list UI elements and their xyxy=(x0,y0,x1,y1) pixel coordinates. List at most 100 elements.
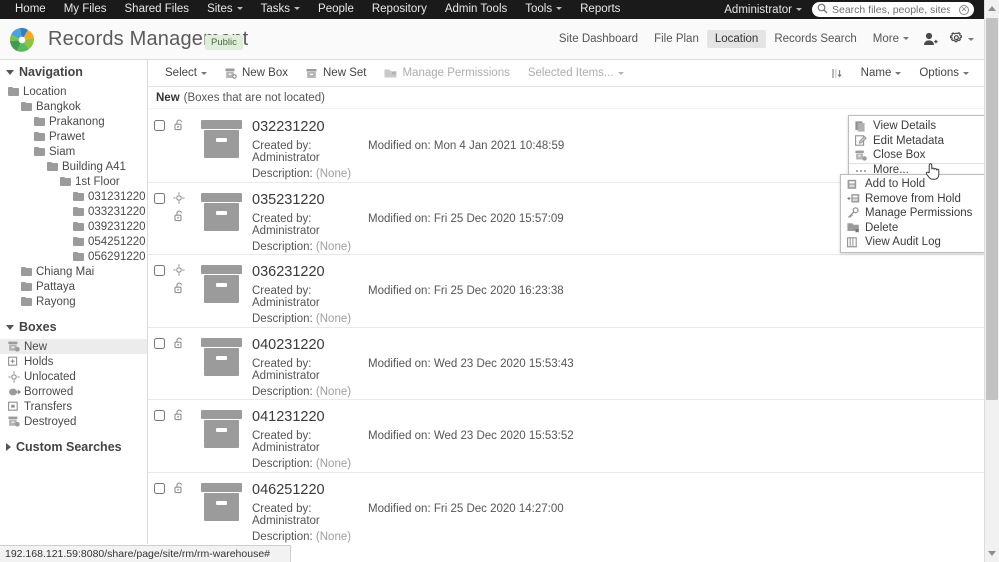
menu-item-remove-from-hold[interactable]: Remove from Hold xyxy=(841,192,984,207)
tree-item-056291220[interactable]: 056291220 xyxy=(0,249,147,264)
site-nav-item-more[interactable]: More xyxy=(865,30,917,48)
scroll-down-icon[interactable] xyxy=(988,551,996,556)
select-dropdown[interactable]: Select xyxy=(156,67,216,79)
site-nav-item-records-search[interactable]: Records Search xyxy=(766,30,864,48)
row-checkbox[interactable] xyxy=(154,482,165,494)
options-dropdown[interactable]: Options xyxy=(910,67,978,79)
boxes-item-transfers[interactable]: Transfers xyxy=(0,399,147,414)
unlock-icon[interactable] xyxy=(173,337,185,352)
sort-field-dropdown[interactable]: Name xyxy=(852,67,911,79)
browser-status-bar: 192.168.121.59:8080/share/page/site/rm/r… xyxy=(0,545,291,562)
row-title[interactable]: 046251220 xyxy=(252,482,984,498)
unlock-icon[interactable] xyxy=(173,282,185,297)
global-search[interactable]: ✕ xyxy=(812,2,974,17)
row-thumbnail-cell[interactable] xyxy=(190,118,252,182)
row-checkbox[interactable] xyxy=(154,120,165,131)
gear-icon[interactable] xyxy=(944,32,980,46)
row-checkbox-cell xyxy=(148,408,168,472)
menu-item-add-to-hold[interactable]: Add to Hold xyxy=(841,177,984,192)
row-title[interactable]: 036231220 xyxy=(252,264,984,280)
row-thumbnail-cell[interactable] xyxy=(190,191,252,255)
unlocated-icon[interactable] xyxy=(173,264,185,279)
scrollbar-thumb[interactable] xyxy=(986,18,998,400)
unlock-icon[interactable] xyxy=(173,210,185,225)
sort-direction-button[interactable] xyxy=(822,68,852,79)
tree-item-chiang-mai[interactable]: Chiang Mai xyxy=(0,264,147,279)
tree-item-054251220[interactable]: 054251220 xyxy=(0,234,147,249)
tree-item-pattaya[interactable]: Pattaya xyxy=(0,279,147,294)
box-row[interactable]: 040231220 Created by: Administrator Modifi… xyxy=(148,328,984,400)
global-nav-item-admin-tools[interactable]: Admin Tools xyxy=(436,0,516,19)
unlock-icon[interactable] xyxy=(173,409,185,424)
new-set-button[interactable]: New Set xyxy=(297,67,375,79)
tree-item-031231220[interactable]: 031231220 xyxy=(0,189,147,204)
box-row[interactable]: 041231220 Created by: Administrator Modifi… xyxy=(148,400,984,473)
clear-search-icon[interactable]: ✕ xyxy=(959,4,969,15)
menu-item-label: Remove from Hold xyxy=(865,192,961,205)
tree-item-rayong[interactable]: Rayong xyxy=(0,294,147,309)
menu-item-view-details[interactable]: View Details xyxy=(849,119,993,134)
tree-item-siam[interactable]: Siam xyxy=(0,144,147,159)
browser-scrollbar[interactable] xyxy=(984,0,999,562)
unlocated-icon[interactable] xyxy=(173,191,185,207)
menu-item-close-box[interactable]: Close Box xyxy=(849,148,993,163)
global-nav-item-tools[interactable]: Tools xyxy=(516,0,571,19)
global-nav-item-my-files[interactable]: My Files xyxy=(55,0,116,19)
tree-item-prawet[interactable]: Prawet xyxy=(0,129,147,144)
boxes-section-header[interactable]: Boxes xyxy=(0,315,147,339)
tree-item-prakanong[interactable]: Prakanong xyxy=(0,114,147,129)
boxes-item-unlocated[interactable]: Unlocated xyxy=(0,369,147,384)
global-nav-item-tasks[interactable]: Tasks xyxy=(252,0,309,19)
row-thumbnail-cell[interactable] xyxy=(190,263,252,327)
box-row[interactable]: 036231220 Created by: Administrator Modifi… xyxy=(148,255,984,328)
global-nav-item-people[interactable]: People xyxy=(309,0,363,19)
global-nav-item-reports[interactable]: Reports xyxy=(571,0,629,19)
global-nav-label: Tasks xyxy=(260,3,291,15)
boxes-item-new[interactable]: New xyxy=(0,339,147,354)
global-nav-item-home[interactable]: Home xyxy=(6,0,55,19)
global-nav-item-sites[interactable]: Sites xyxy=(198,0,252,19)
site-nav-item-file-plan[interactable]: File Plan xyxy=(646,30,707,48)
row-thumbnail-cell[interactable] xyxy=(190,481,252,545)
menu-item-edit-metadata[interactable]: Edit Metadata xyxy=(849,134,993,149)
search-input[interactable] xyxy=(832,3,950,16)
tree-item-building-a41[interactable]: Building A41 xyxy=(0,159,147,174)
unlock-icon[interactable] xyxy=(173,482,185,497)
tree-item-033231220[interactable]: 033231220 xyxy=(0,204,147,219)
tree-item-label: 054251220 xyxy=(88,235,146,248)
tree-item-bangkok[interactable]: Bangkok xyxy=(0,99,147,114)
user-menu[interactable]: Administrator xyxy=(724,4,802,16)
row-title[interactable]: 041231220 xyxy=(252,409,984,425)
boxes-item-destroyed[interactable]: Destroyed xyxy=(0,414,147,429)
new-box-button[interactable]: New Box xyxy=(216,67,297,79)
site-nav-item-site-dashboard[interactable]: Site Dashboard xyxy=(551,30,646,48)
row-thumbnail-cell[interactable] xyxy=(190,336,252,400)
navigation-section-header[interactable]: Navigation xyxy=(0,60,147,84)
tree-item-1st-floor[interactable]: 1st Floor xyxy=(0,174,147,189)
unlock-icon[interactable] xyxy=(173,119,185,134)
chevron-down-icon xyxy=(968,37,974,41)
menu-item-delete[interactable]: Delete xyxy=(841,221,984,236)
modified-label: Modified on: xyxy=(368,357,431,370)
row-title[interactable]: 040231220 xyxy=(252,337,984,353)
site-nav-item-location[interactable]: Location xyxy=(706,30,767,48)
boxes-item-borrowed[interactable]: Borrowed xyxy=(0,384,147,399)
created-by-label: Created by: xyxy=(252,140,312,152)
menu-item-view-audit-log[interactable]: View Audit Log xyxy=(841,235,984,250)
global-nav-item-repository[interactable]: Repository xyxy=(363,0,436,19)
row-checkbox[interactable] xyxy=(154,410,165,421)
add-user-icon[interactable] xyxy=(917,32,944,46)
row-checkbox[interactable] xyxy=(154,265,165,276)
global-nav-item-shared-files[interactable]: Shared Files xyxy=(116,0,199,19)
row-checkbox[interactable] xyxy=(154,192,165,204)
audit-log-icon xyxy=(847,237,860,248)
row-checkbox[interactable] xyxy=(154,337,165,349)
tree-item-location[interactable]: Location xyxy=(0,84,147,99)
scroll-up-icon[interactable] xyxy=(988,6,996,11)
custom-searches-section-header[interactable]: Custom Searches xyxy=(0,435,147,459)
boxes-item-holds[interactable]: Holds xyxy=(0,354,147,369)
menu-item-manage-permissions[interactable]: Manage Permissions xyxy=(841,206,984,221)
box-row[interactable]: 046251220 Created by: Administrator Modifi… xyxy=(148,473,984,545)
tree-item-039231220[interactable]: 039231220 xyxy=(0,219,147,234)
row-thumbnail-cell[interactable] xyxy=(190,408,252,472)
